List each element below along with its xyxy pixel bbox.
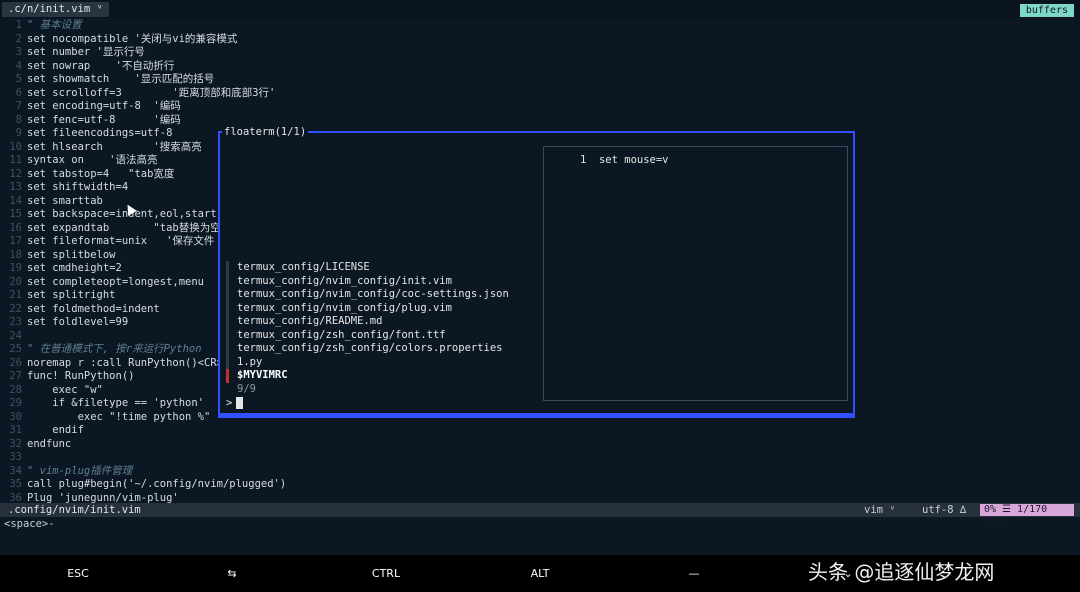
list-item[interactable]: termux_config/nvim_config/init.vim — [226, 274, 526, 288]
esc-key[interactable]: ESC — [48, 555, 108, 592]
fzf-preview-pane: 1 set mouse=v — [543, 146, 848, 401]
list-item-selected[interactable]: $MYVIMRC — [226, 369, 526, 383]
tab-key[interactable]: ⇆ — [202, 555, 262, 592]
floaterm-window[interactable]: floaterm(1/1) 1 set mouse=v termux_confi… — [218, 125, 855, 415]
code-line: 5 set showmatch '显示匹配的括号 — [15, 73, 215, 85]
list-item[interactable]: termux_config/nvim_config/plug.vim — [226, 301, 526, 315]
prompt-symbol: > — [226, 397, 233, 409]
statusline-filename: .config/nvim/init.vim — [8, 504, 141, 516]
code-line: 33 — [9, 451, 22, 463]
list-item[interactable]: 1.py — [226, 355, 526, 369]
alt-key[interactable]: ALT — [510, 555, 570, 592]
text-cursor — [236, 397, 244, 409]
match-counter: 9/9 — [237, 382, 256, 395]
command-line[interactable]: <space>- — [4, 518, 55, 531]
statusline: .config/nvim/init.vim vim ᵛ utf-8 ∆ 0% ☰… — [0, 503, 1080, 527]
ctrl-key[interactable]: CTRL — [356, 555, 416, 592]
list-item[interactable]: termux_config/nvim_config/coc-settings.j… — [226, 288, 526, 302]
code-line: 34 " vim-plug插件管理 — [9, 464, 133, 477]
fzf-file-list[interactable]: termux_config/LICENSE termux_config/nvim… — [226, 261, 526, 410]
statusline-encoding: utf-8 ∆ — [922, 504, 967, 516]
floaterm-bottom-border — [218, 414, 855, 418]
tab-init-vim[interactable]: .c/n/init.vim ᵛ — [2, 2, 109, 17]
code-line: 8 set fenc=utf-8 '编码 — [15, 113, 181, 126]
fzf-prompt-input[interactable]: > — [226, 396, 526, 410]
code-line: 4 set nowrap '不自动折行 — [15, 59, 175, 72]
statusline-filetype: vim ᵛ — [864, 504, 896, 516]
list-item[interactable]: termux_config/zsh_config/font.ttf — [226, 328, 526, 342]
code-line: 2 set nocompatible '关闭与vi的兼容模式 — [15, 32, 238, 45]
tabline: .c/n/init.vim ᵛ buffers — [0, 0, 1080, 18]
dash-key[interactable]: — — [664, 555, 724, 592]
list-item[interactable]: termux_config/README.md — [226, 315, 526, 329]
code-line: 31 endif — [9, 424, 84, 436]
code-line: 1 " 基本设置 — [15, 19, 82, 31]
preview-line: 1 set mouse=v — [580, 154, 669, 166]
floaterm-title: floaterm(1/1) — [222, 125, 309, 139]
code-line: 35 call plug#begin('~/.config/nvim/plugge… — [9, 478, 287, 490]
list-item[interactable]: termux_config/zsh_config/colors.properti… — [226, 342, 526, 356]
statusline-position: 0% ☰ 1/170 ㏑:1 — [980, 504, 1074, 527]
buffers-badge[interactable]: buffers — [1019, 4, 1074, 17]
list-item[interactable]: termux_config/LICENSE — [226, 261, 526, 275]
code-line: 7 set encoding=utf-8 '编码 — [15, 100, 181, 112]
watermark: 头条 @追逐仙梦龙网 — [808, 560, 995, 584]
code-line: 3 set number '显示行号 — [15, 46, 145, 58]
code-line: 32 endfunc — [9, 437, 72, 450]
code-line: 6 set scrolloff=3 '距离顶部和底部3行' — [15, 86, 276, 99]
